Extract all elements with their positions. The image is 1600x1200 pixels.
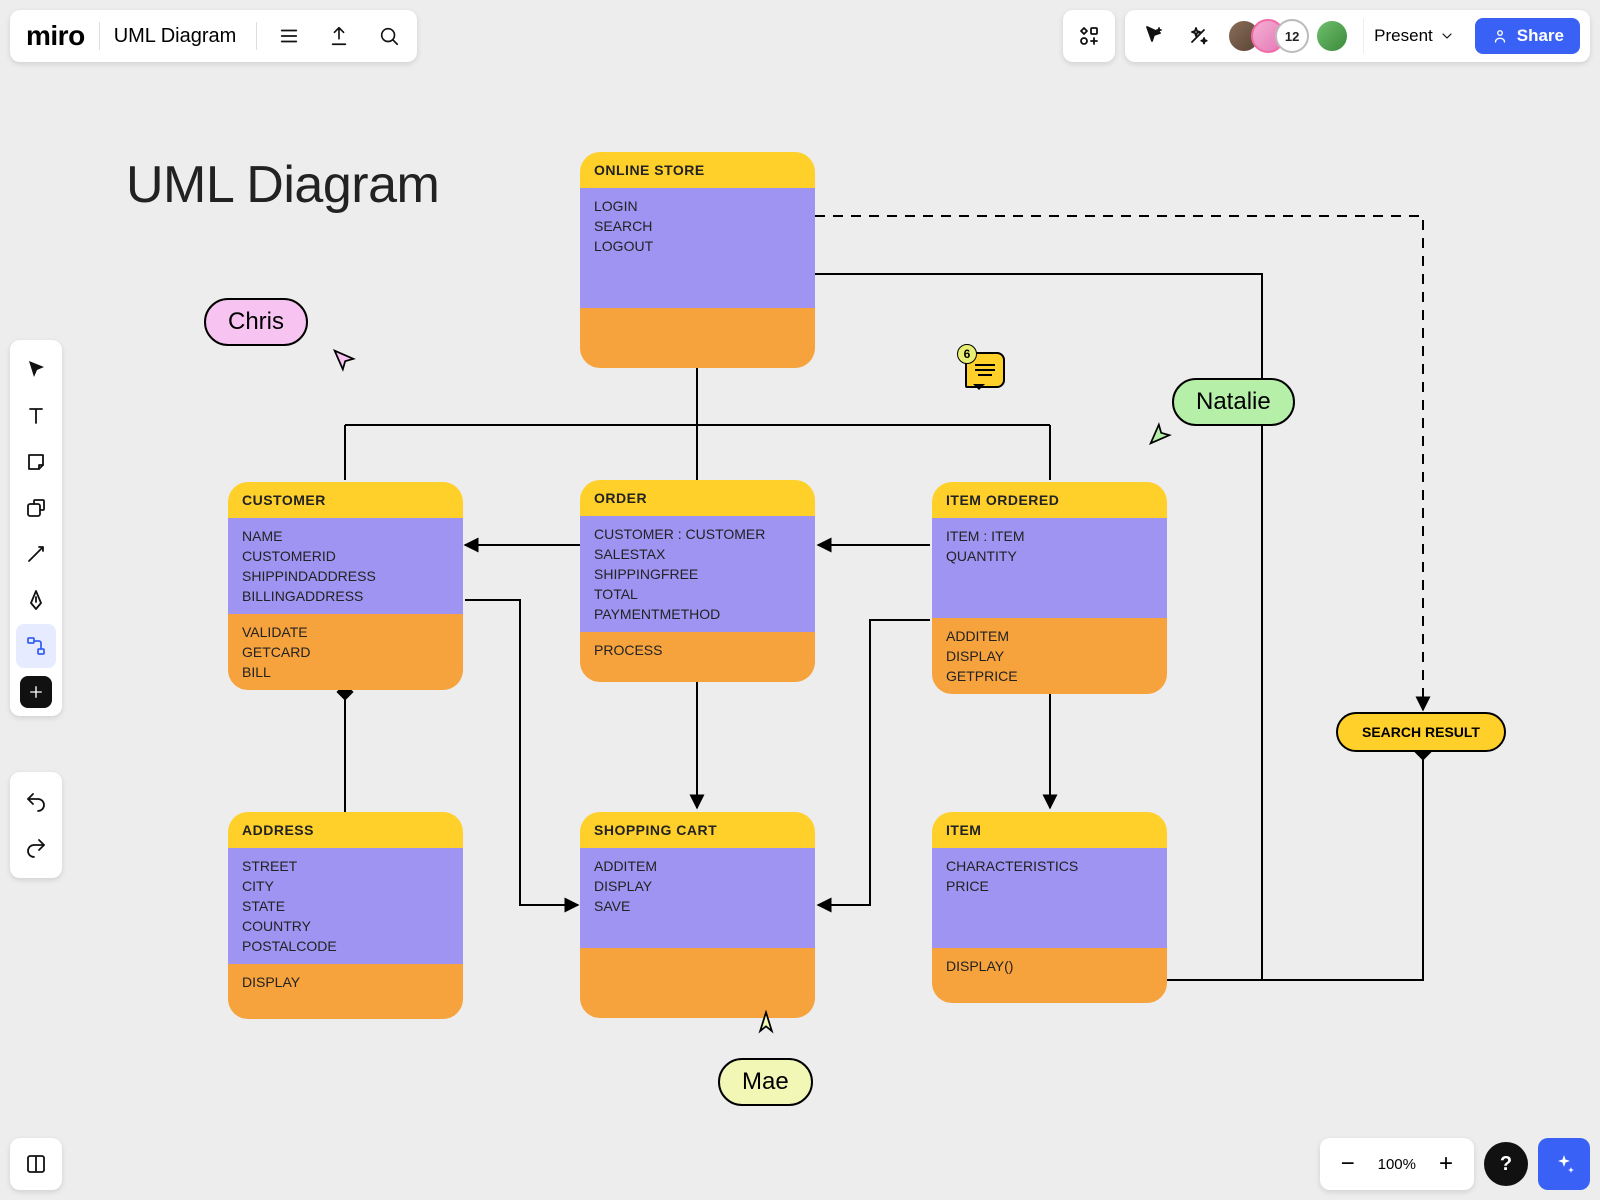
uml-row: VALIDATE <box>242 622 449 642</box>
uml-row: PROCESS <box>594 640 801 660</box>
uml-class-item[interactable]: ITEM CHARACTERISTICSPRICE DISPLAY() <box>932 812 1167 1003</box>
uml-title: ORDER <box>580 480 815 516</box>
page-title: UML Diagram <box>126 155 439 215</box>
uml-title: ADDRESS <box>228 812 463 848</box>
uml-row: POSTALCODE <box>242 936 449 956</box>
uml-row: CUSTOMER : CUSTOMER <box>594 524 801 544</box>
uml-attributes: NAMECUSTOMERIDSHIPPINDADDRESSBILLINGADDR… <box>228 518 463 614</box>
uml-attributes: ITEM : ITEMQUANTITY <box>932 518 1167 618</box>
uml-row: PAYMENTMETHOD <box>594 604 801 624</box>
uml-row: TOTAL <box>594 584 801 604</box>
uml-attributes: ADDITEMDISPLAYSAVE <box>580 848 815 948</box>
cursor-pointer-icon <box>1146 420 1174 453</box>
uml-row: STATE <box>242 896 449 916</box>
uml-row: ADDITEM <box>594 856 801 876</box>
uml-row: NAME <box>242 526 449 546</box>
uml-row: CITY <box>242 876 449 896</box>
uml-methods: PROCESS <box>580 632 815 682</box>
uml-title: ITEM <box>932 812 1167 848</box>
uml-row: GETPRICE <box>946 666 1153 686</box>
uml-row: GETCARD <box>242 642 449 662</box>
uml-attributes: LOGINSEARCHLOGOUT <box>580 188 815 308</box>
uml-class-customer[interactable]: CUSTOMER NAMECUSTOMERIDSHIPPINDADDRESSBI… <box>228 482 463 690</box>
uml-row: CHARACTERISTICS <box>946 856 1153 876</box>
uml-row: BILL <box>242 662 449 682</box>
uml-row: STREET <box>242 856 449 876</box>
uml-methods <box>580 948 815 1018</box>
cursor-label-chris: Chris <box>204 298 308 346</box>
cursor-label-natalie: Natalie <box>1172 378 1295 426</box>
uml-methods: DISPLAY <box>228 964 463 1019</box>
uml-attributes: CHARACTERISTICSPRICE <box>932 848 1167 948</box>
uml-row: COUNTRY <box>242 916 449 936</box>
uml-row: DISPLAY <box>242 972 449 992</box>
uml-row: SAVE <box>594 896 801 916</box>
uml-title: ONLINE STORE <box>580 152 815 188</box>
uml-class-address[interactable]: ADDRESS STREETCITYSTATECOUNTRYPOSTALCODE… <box>228 812 463 1019</box>
uml-methods: ADDITEMDISPLAYGETPRICE <box>932 618 1167 694</box>
uml-title: ITEM ORDERED <box>932 482 1167 518</box>
cursor-pointer-icon <box>752 1010 780 1043</box>
uml-attributes: STREETCITYSTATECOUNTRYPOSTALCODE <box>228 848 463 964</box>
uml-row: SEARCH <box>594 216 801 236</box>
canvas[interactable]: UML Diagram <box>0 0 1600 1200</box>
uml-row: SHIPPINGFREE <box>594 564 801 584</box>
uml-methods <box>580 308 815 368</box>
cursor-pointer-icon <box>330 346 358 379</box>
uml-row: QUANTITY <box>946 546 1153 566</box>
uml-class-item-ordered[interactable]: ITEM ORDERED ITEM : ITEMQUANTITY ADDITEM… <box>932 482 1167 694</box>
uml-row: CUSTOMERID <box>242 546 449 566</box>
uml-class-search-result[interactable]: SEARCH RESULT <box>1336 712 1506 752</box>
comment-thread-icon[interactable]: 6 <box>965 352 1005 388</box>
uml-row: LOGOUT <box>594 236 801 256</box>
uml-methods: VALIDATEGETCARDBILL <box>228 614 463 690</box>
uml-row: PRICE <box>946 876 1153 896</box>
uml-row: SHIPPINDADDRESS <box>242 566 449 586</box>
uml-row: DISPLAY <box>594 876 801 896</box>
uml-row: LOGIN <box>594 196 801 216</box>
uml-class-shopping-cart[interactable]: SHOPPING CART ADDITEMDISPLAYSAVE <box>580 812 815 1018</box>
comment-count-badge: 6 <box>957 344 977 364</box>
cursor-label-mae: Mae <box>718 1058 813 1106</box>
uml-row: DISPLAY() <box>946 956 1153 976</box>
uml-attributes: CUSTOMER : CUSTOMERSALESTAXSHIPPINGFREET… <box>580 516 815 632</box>
uml-methods: DISPLAY() <box>932 948 1167 1003</box>
uml-row: ADDITEM <box>946 626 1153 646</box>
uml-row: DISPLAY <box>946 646 1153 666</box>
uml-row: BILLINGADDRESS <box>242 586 449 606</box>
uml-class-order[interactable]: ORDER CUSTOMER : CUSTOMERSALESTAXSHIPPIN… <box>580 480 815 682</box>
uml-title: CUSTOMER <box>228 482 463 518</box>
uml-class-online-store[interactable]: ONLINE STORE LOGINSEARCHLOGOUT <box>580 152 815 368</box>
uml-row: ITEM : ITEM <box>946 526 1153 546</box>
uml-row: SALESTAX <box>594 544 801 564</box>
uml-title: SHOPPING CART <box>580 812 815 848</box>
